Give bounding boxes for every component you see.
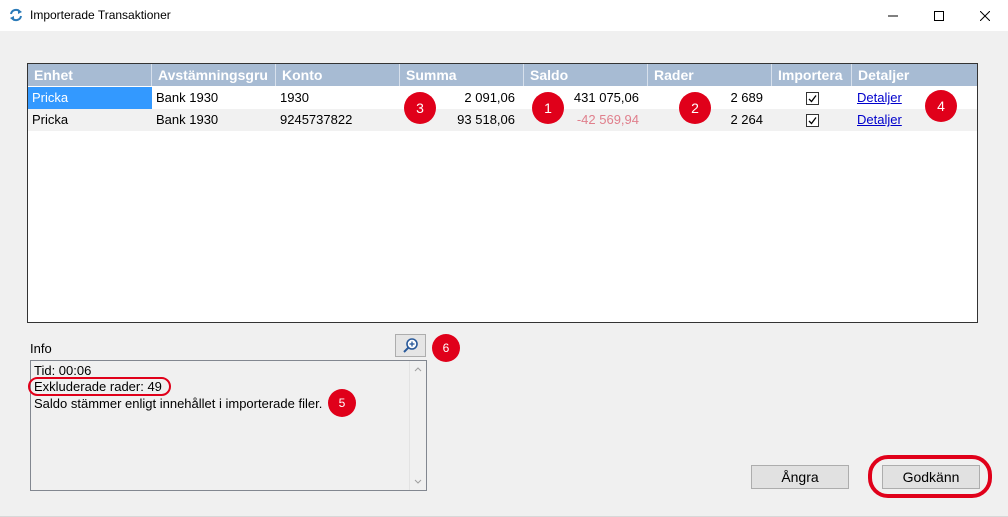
zoom-in-icon [403,338,418,353]
column-header-konto[interactable]: Konto [276,64,400,86]
cell-importera [772,87,852,109]
info-line-time: Tid: 00:06 [34,363,92,378]
undo-button[interactable]: Ångra [751,465,849,489]
maximize-icon [934,10,944,21]
info-line-saldo: Saldo stämmer enligt innehållet i import… [34,396,323,411]
column-header-summa[interactable]: Summa [400,64,524,86]
cell-enhet[interactable]: Pricka [28,109,152,131]
column-header-rader[interactable]: Rader [648,64,772,86]
minimize-icon [888,15,898,16]
grid-header: Enhet Avstämningsgru Konto Summa Saldo R… [28,64,977,86]
cell-konto[interactable]: 1930 [276,87,400,109]
annotation-badge-6: 6 [432,334,460,362]
annotation-badge-3: 3 [404,92,436,124]
zoom-button[interactable] [395,334,426,357]
cell-avstamningsgrupp[interactable]: Bank 1930 [152,109,276,131]
scroll-down-button[interactable] [410,475,426,489]
annotation-badge-5: 5 [328,389,356,417]
detaljer-link[interactable]: Detaljer [857,112,902,127]
chevron-up-icon [414,367,422,372]
close-icon [980,10,990,21]
cell-detaljer: Detaljer [852,109,977,131]
column-header-avstamningsgrupp[interactable]: Avstämningsgru [152,64,276,86]
refresh-arrows-icon [9,8,23,22]
annotation-badge-1: 1 [532,92,564,124]
cell-importera [772,109,852,131]
column-header-detaljer[interactable]: Detaljer [852,64,977,86]
info-label: Info [30,341,52,356]
annotation-badge-4: 4 [925,90,957,122]
minimize-button[interactable] [870,0,916,31]
checkmark-icon [808,116,817,124]
info-scrollbar[interactable] [409,361,426,490]
cell-detaljer: Detaljer [852,87,977,109]
column-header-importera[interactable]: Importera [772,64,852,86]
table-row[interactable]: Pricka Bank 1930 1930 2 091,06 431 075,0… [28,87,977,109]
detaljer-link[interactable]: Detaljer [857,90,902,105]
column-header-enhet[interactable]: Enhet [28,64,152,86]
scroll-up-button[interactable] [410,362,426,376]
title-bar: Importerade Transaktioner [0,0,1008,31]
cell-enhet[interactable]: Pricka [28,87,152,109]
approve-button[interactable]: Godkänn [882,465,980,489]
window-title: Importerade Transaktioner [30,8,171,22]
cell-konto[interactable]: 9245737822 [276,109,400,131]
transactions-grid: Enhet Avstämningsgru Konto Summa Saldo R… [27,63,978,323]
highlight-oval [28,377,171,396]
annotation-badge-2: 2 [679,92,711,124]
column-header-saldo[interactable]: Saldo [524,64,648,86]
cell-avstamningsgrupp[interactable]: Bank 1930 [152,87,276,109]
maximize-button[interactable] [916,0,962,31]
importera-checkbox[interactable] [805,91,819,105]
importera-checkbox[interactable] [805,113,819,127]
chevron-down-icon [414,479,422,484]
table-row[interactable]: Pricka Bank 1930 9245737822 93 518,06 -4… [28,109,977,131]
close-button[interactable] [962,0,1008,31]
checkmark-icon [808,94,817,102]
